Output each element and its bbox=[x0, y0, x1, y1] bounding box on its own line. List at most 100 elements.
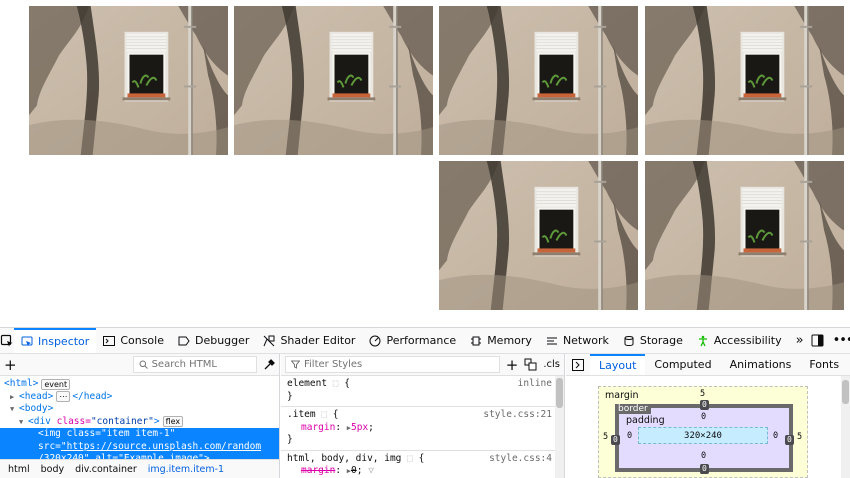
layout-scrollbar[interactable] bbox=[841, 376, 850, 478]
add-rule-icon[interactable]: + bbox=[506, 356, 519, 374]
padding-left-value[interactable]: 0 bbox=[627, 431, 632, 441]
tab-label: Debugger bbox=[195, 334, 249, 347]
tree-row-body[interactable]: ▼ <body> bbox=[0, 403, 279, 416]
facade-photo bbox=[29, 6, 228, 155]
filter-styles-input[interactable]: Filter Styles bbox=[285, 356, 500, 373]
inspector-icon bbox=[21, 336, 33, 348]
breadcrumb-img[interactable]: img.item.item-1 bbox=[148, 464, 224, 475]
rules-pane: Filter Styles + .cls element ⬚ { inline … bbox=[281, 354, 565, 478]
photo-item-4[interactable] bbox=[645, 6, 844, 155]
collapse-icon[interactable]: ▼ bbox=[10, 403, 19, 416]
tree-row-head[interactable]: ▶ <head> ⋯ </head> bbox=[0, 391, 279, 404]
facade-photo bbox=[234, 6, 433, 155]
cls-toggle[interactable]: .cls bbox=[543, 359, 560, 370]
photo-item-6[interactable] bbox=[645, 161, 844, 310]
facade-photo bbox=[645, 6, 844, 155]
photo-item-3[interactable] bbox=[439, 6, 638, 155]
more-tools-button[interactable]: » bbox=[789, 328, 811, 353]
box-model-margin: margin 5 5 5 5 border 0 0 0 0 padding 0 … bbox=[598, 386, 808, 478]
declaration-margin-overridden[interactable]: margin: ▶0; ▽ bbox=[287, 465, 558, 478]
box-model-border: border 0 0 0 0 padding 0 0 0 0 320×240 bbox=[615, 404, 793, 472]
collapsed-badge[interactable]: ⋯ bbox=[56, 391, 70, 402]
photo-item-1[interactable] bbox=[29, 6, 228, 155]
devtools-panel: Inspector Console Debugger Shader Editor Per… bbox=[0, 327, 850, 477]
padding-bottom-value[interactable]: 0 bbox=[701, 451, 706, 461]
shader-icon bbox=[263, 335, 275, 347]
photo-item-2[interactable] bbox=[234, 6, 433, 155]
padding-top-value[interactable]: 0 bbox=[701, 412, 706, 422]
pseudo-class-icon[interactable] bbox=[524, 358, 537, 371]
markup-pane: + Search HTML <html> event ▶ <head> ⋯ </… bbox=[0, 354, 280, 478]
scroll-thumb[interactable] bbox=[842, 380, 849, 404]
tab-shader-editor[interactable]: Shader Editor bbox=[256, 328, 362, 353]
facade-photo bbox=[645, 161, 844, 310]
tab-accessibility[interactable]: Accessibility bbox=[690, 328, 789, 353]
collapse-icon[interactable]: ▼ bbox=[19, 416, 28, 429]
menu-dots-icon[interactable]: ••• bbox=[833, 333, 850, 348]
tab-fonts[interactable]: Fonts bbox=[800, 354, 848, 375]
tab-label: Console bbox=[120, 334, 164, 347]
markup-toolbar: + Search HTML bbox=[0, 354, 279, 376]
network-icon bbox=[546, 335, 558, 347]
border-left-value[interactable]: 0 bbox=[611, 435, 620, 445]
rule-source-link[interactable]: style.css:4 bbox=[489, 453, 552, 466]
layout-pane: Layout Computed Animations Fonts margin … bbox=[566, 354, 850, 478]
breadcrumb-html[interactable]: html bbox=[8, 464, 30, 475]
box-model-content[interactable]: 320×240 bbox=[638, 427, 768, 444]
rules-list: element ⬚ { inline } .item ⬚ { style.css… bbox=[281, 376, 564, 478]
margin-top-value[interactable]: 5 bbox=[700, 389, 705, 399]
debugger-icon bbox=[178, 335, 190, 347]
facade-photo bbox=[439, 6, 638, 155]
expand-icon[interactable]: ▶ bbox=[10, 391, 19, 404]
photo-item-5[interactable] bbox=[439, 161, 638, 310]
markup-tree: <html> event ▶ <head> ⋯ </head> ▼ <body>… bbox=[0, 376, 279, 466]
tab-computed[interactable]: Computed bbox=[645, 354, 720, 375]
filter-overridden-icon[interactable]: ▽ bbox=[368, 465, 374, 476]
border-right-value[interactable]: 0 bbox=[785, 435, 794, 445]
rule-source-link[interactable]: style.css:21 bbox=[483, 409, 552, 422]
scroll-thumb[interactable] bbox=[556, 378, 563, 408]
tab-storage[interactable]: Storage bbox=[616, 328, 690, 353]
rule-reset: html, body, div, img ⬚ { style.css:4 mar… bbox=[281, 451, 564, 478]
devtools-controls: ••• ✕ bbox=[811, 328, 850, 353]
breadcrumb-div[interactable]: div.container bbox=[75, 464, 137, 475]
tab-performance[interactable]: Performance bbox=[362, 328, 463, 353]
storage-icon bbox=[623, 335, 635, 347]
tab-network[interactable]: Network bbox=[539, 328, 616, 353]
picker-icon bbox=[0, 334, 14, 348]
tab-inspector[interactable]: Inspector bbox=[14, 328, 96, 353]
tab-label: Memory bbox=[487, 334, 532, 347]
search-html-input[interactable]: Search HTML bbox=[133, 356, 257, 373]
toggle-sidebar-button[interactable] bbox=[566, 354, 590, 375]
tree-row-html[interactable]: <html> event bbox=[0, 378, 279, 391]
rules-toolbar: Filter Styles + .cls bbox=[281, 354, 564, 376]
padding-right-value[interactable]: 0 bbox=[773, 431, 778, 441]
flex-badge[interactable]: flex bbox=[163, 416, 184, 427]
border-bottom-value[interactable]: 0 bbox=[700, 464, 709, 474]
add-node-icon[interactable]: + bbox=[4, 356, 17, 374]
rules-scrollbar[interactable] bbox=[555, 376, 564, 478]
tree-row-div-container[interactable]: ▼ <div class="container"> flex bbox=[0, 416, 279, 429]
breadcrumb-body[interactable]: body bbox=[41, 464, 65, 475]
margin-right-value[interactable]: 5 bbox=[797, 432, 802, 442]
tab-layout[interactable]: Layout bbox=[590, 354, 645, 375]
eyedropper-icon[interactable] bbox=[263, 359, 275, 371]
tab-memory[interactable]: Memory bbox=[463, 328, 539, 353]
event-badge[interactable]: event bbox=[41, 379, 70, 390]
element-picker-button[interactable] bbox=[0, 328, 14, 353]
border-top-value[interactable]: 0 bbox=[700, 400, 709, 410]
dock-side-icon[interactable] bbox=[811, 334, 824, 347]
margin-left-value[interactable]: 5 bbox=[603, 432, 608, 442]
tab-animations[interactable]: Animations bbox=[721, 354, 801, 375]
console-icon bbox=[103, 335, 115, 347]
performance-icon bbox=[369, 335, 381, 347]
tab-debugger[interactable]: Debugger bbox=[171, 328, 256, 353]
devtools-tabbar: Inspector Console Debugger Shader Editor Per… bbox=[0, 328, 850, 354]
declaration-margin[interactable]: margin: ▶5px; bbox=[287, 422, 558, 435]
tab-label: Storage bbox=[640, 334, 683, 347]
web-page bbox=[0, 0, 850, 327]
search-icon bbox=[139, 360, 148, 369]
tab-label: Network bbox=[563, 334, 609, 347]
tab-console[interactable]: Console bbox=[96, 328, 171, 353]
tab-label: Performance bbox=[386, 334, 456, 347]
